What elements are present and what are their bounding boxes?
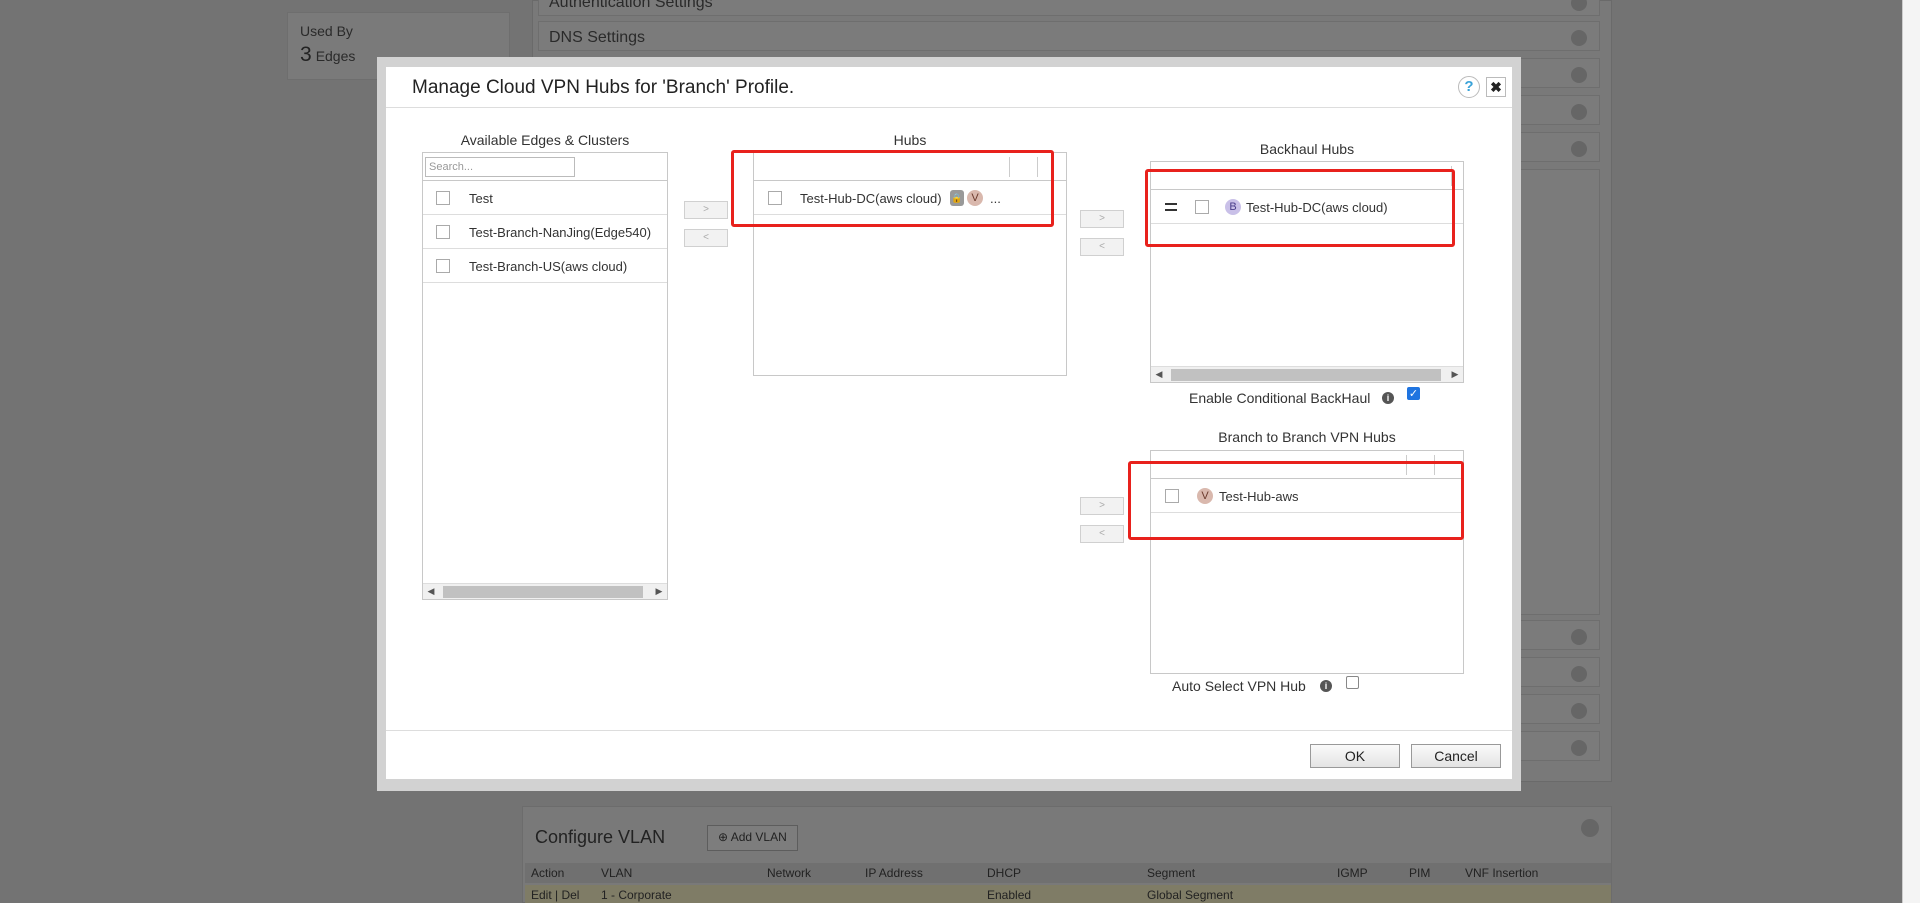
manage-vpn-hubs-dialog: Manage Cloud VPN Hubs for 'Branch' Profi… xyxy=(386,67,1512,779)
item-checkbox[interactable] xyxy=(436,225,450,239)
divider xyxy=(386,730,1512,731)
horizontal-scrollbar[interactable]: ◀ ▶ xyxy=(1151,366,1463,382)
hubs-title: Hubs xyxy=(893,132,927,148)
item-label: Test xyxy=(469,191,493,206)
backhaul-hubs-header xyxy=(1151,162,1463,190)
page-scrollbar[interactable] xyxy=(1902,0,1920,903)
item-checkbox[interactable] xyxy=(436,191,450,205)
search-input[interactable] xyxy=(425,157,575,177)
scroll-left-icon[interactable]: ◀ xyxy=(423,584,439,599)
cancel-button[interactable]: Cancel xyxy=(1411,744,1501,768)
hubs-header xyxy=(754,153,1066,181)
modal-frame: Manage Cloud VPN Hubs for 'Branch' Profi… xyxy=(377,57,1521,791)
item-label: Test-Branch-US(aws cloud) xyxy=(469,259,628,274)
item-checkbox[interactable] xyxy=(1165,489,1179,503)
info-icon[interactable]: i xyxy=(1320,680,1332,692)
auto-select-vpn-hub-label: Auto Select VPN Hub xyxy=(1172,678,1306,694)
item-label: Test-Branch-NanJing(Edge540) xyxy=(469,225,652,240)
column-separator xyxy=(1451,166,1452,186)
page: Used By 3Edges Authentication Settings D… xyxy=(0,0,1920,903)
move-to-backhaul-button[interactable]: > xyxy=(1080,210,1124,228)
vpn-hub-badge-icon: V xyxy=(1197,488,1213,504)
hubs-list: Test-Hub-DC(aws cloud) 🔒 V ... xyxy=(753,152,1067,376)
horizontal-scrollbar[interactable]: ◀ ▶ xyxy=(423,583,667,599)
column-separator xyxy=(1037,157,1038,177)
item-label: Test-Hub-DC(aws cloud) xyxy=(1246,200,1388,215)
column-separator xyxy=(1009,157,1010,177)
list-item[interactable]: Test-Hub-DC(aws cloud) 🔒 V ... xyxy=(754,181,1066,215)
more-indicator[interactable]: ... xyxy=(990,191,1001,206)
available-edges-list: Test Test-Branch-NanJing(Edge540) Test-B… xyxy=(422,152,668,600)
available-edges-header xyxy=(423,153,667,181)
vpn-hub-badge-icon: V xyxy=(967,190,983,206)
available-edges-title: Available Edges & Clusters xyxy=(460,132,630,148)
item-label: Test-Hub-DC(aws cloud) xyxy=(800,191,942,206)
modal-title: Manage Cloud VPN Hubs for 'Branch' Profi… xyxy=(412,77,795,98)
scroll-right-icon[interactable]: ▶ xyxy=(1447,367,1463,382)
ok-button[interactable]: OK xyxy=(1310,744,1400,768)
scroll-thumb[interactable] xyxy=(443,586,643,598)
backhaul-hubs-list: B Test-Hub-DC(aws cloud) ◀ ▶ xyxy=(1150,161,1464,383)
b2b-vpn-hubs-title: Branch to Branch VPN Hubs xyxy=(1218,429,1396,445)
scroll-thumb[interactable] xyxy=(1171,369,1441,381)
move-from-hubs-button[interactable]: < xyxy=(684,229,728,247)
item-checkbox[interactable] xyxy=(1195,200,1209,214)
list-item[interactable]: Test-Branch-US(aws cloud) xyxy=(423,249,667,283)
divider xyxy=(386,107,1512,108)
list-item[interactable]: V Test-Hub-aws xyxy=(1151,479,1463,513)
auto-select-vpn-hub-checkbox[interactable] xyxy=(1346,676,1359,689)
b2b-vpn-hubs-header xyxy=(1151,451,1463,479)
item-checkbox[interactable] xyxy=(436,259,450,273)
scroll-left-icon[interactable]: ◀ xyxy=(1151,367,1167,382)
column-separator xyxy=(1406,455,1407,475)
column-separator xyxy=(1434,455,1435,475)
conditional-backhaul-label: Enable Conditional BackHaul xyxy=(1189,390,1371,406)
close-icon[interactable]: ✖ xyxy=(1486,77,1506,97)
list-item[interactable]: B Test-Hub-DC(aws cloud) xyxy=(1151,190,1463,224)
drag-handle-icon[interactable] xyxy=(1165,203,1177,211)
backhaul-badge-icon: B xyxy=(1225,199,1241,215)
scroll-right-icon[interactable]: ▶ xyxy=(651,584,667,599)
conditional-backhaul-checkbox[interactable]: ✓ xyxy=(1407,387,1420,400)
help-icon[interactable]: ? xyxy=(1458,76,1480,98)
info-icon[interactable]: i xyxy=(1382,392,1394,404)
list-item[interactable]: Test xyxy=(423,181,667,215)
b2b-vpn-hubs-list: V Test-Hub-aws xyxy=(1150,450,1464,674)
item-checkbox[interactable] xyxy=(768,191,782,205)
list-item[interactable]: Test-Branch-NanJing(Edge540) xyxy=(423,215,667,249)
backhaul-hubs-title: Backhaul Hubs xyxy=(1259,141,1355,157)
move-to-hubs-button[interactable]: > xyxy=(684,201,728,219)
lock-icon: 🔒 xyxy=(950,190,964,206)
move-from-b2b-button[interactable]: < xyxy=(1080,525,1124,543)
item-label: Test-Hub-aws xyxy=(1219,489,1299,504)
move-to-b2b-button[interactable]: > xyxy=(1080,497,1124,515)
move-from-backhaul-button[interactable]: < xyxy=(1080,238,1124,256)
